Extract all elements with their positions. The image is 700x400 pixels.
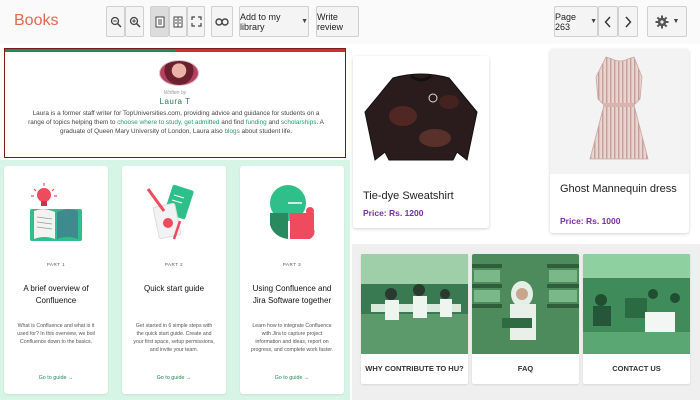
bio-text: and [266, 119, 281, 126]
author-bio-text: Laura is a former staff writer for TopUn… [25, 109, 327, 136]
guide-title: Quick start guide [143, 284, 205, 293]
university-links-section: WHY CONTRIBUTE TO HU? FAQ CONTACT US [352, 244, 700, 400]
chevron-left-icon [604, 16, 611, 27]
funding-link[interactable]: funding [246, 119, 267, 126]
guide-description: What is Confluence and what is it used f… [17, 323, 95, 345]
guide-card-overview[interactable]: PART 1 A brief overview of Confluence Wh… [4, 166, 108, 394]
chevron-right-icon [625, 16, 632, 27]
guide-card-quick-start[interactable]: PART 2 Quick start guide Get started in … [122, 166, 226, 394]
books-logo[interactable]: Books [14, 12, 58, 30]
guide-part-label: PART 3 [282, 262, 302, 267]
confluence-guides-section: PART 1 A brief overview of Confluence Wh… [0, 160, 350, 400]
guide-card-jira[interactable]: PART 3 Using Confluence and Jira Softwar… [240, 166, 344, 394]
books-toolbar: Books Add to my library ▼ Write review P… [0, 0, 700, 44]
settings-button[interactable]: ▼ [647, 6, 687, 37]
go-to-guide-link[interactable]: Go to guide → [4, 375, 108, 381]
product-name[interactable]: Tie-dye Sweatshirt [363, 189, 481, 204]
page-select-label: Page 263 [555, 11, 577, 32]
study-link[interactable]: choose where to study, get admitted [117, 119, 219, 126]
card-divider [5, 49, 345, 52]
why-contribute-tile[interactable]: WHY CONTRIBUTE TO HU? [361, 254, 468, 384]
tile-label: WHY CONTRIBUTE TO HU? [365, 364, 464, 373]
product-name[interactable]: Ghost Mannequin dress [560, 182, 681, 197]
product-image [550, 49, 689, 174]
guide-description: Get started in 6 simple steps with the q… [133, 323, 215, 353]
go-to-guide-link[interactable]: Go to guide → [122, 375, 226, 381]
settings-icon [655, 15, 669, 28]
author-bio-card: Written by Laura T Laura is a former sta… [4, 48, 346, 158]
fullscreen-button[interactable] [187, 6, 205, 37]
product-price: Price: Rs. 1200 [363, 208, 424, 218]
fullscreen-icon [190, 16, 202, 27]
zoom-out-icon [110, 16, 122, 28]
clipboard-pencil-icon [146, 184, 194, 240]
link-icon [215, 17, 229, 26]
go-to-guide-link[interactable]: Go to guide → [240, 375, 344, 381]
contact-us-tile[interactable]: CONTACT US [583, 254, 690, 384]
guide-title: Using Confluence and Jira Software toget… [252, 284, 332, 305]
add-to-library-button[interactable]: Add to my library ▼ [239, 6, 309, 37]
zoom-in-icon [129, 16, 141, 28]
library-reading-image [472, 254, 579, 354]
tile-label: CONTACT US [612, 364, 661, 373]
product-image [353, 56, 489, 174]
product-price: Price: Rs. 1000 [560, 216, 621, 226]
two-page-icon [173, 16, 183, 27]
chevron-down-icon: ▼ [301, 18, 308, 25]
product-card-sweatshirt[interactable]: Tie-dye Sweatshirt Price: Rs. 1200 [353, 56, 489, 228]
two-page-view-button[interactable] [169, 6, 187, 37]
dress-image [589, 56, 649, 160]
single-page-view-button[interactable] [150, 6, 169, 37]
add-to-library-label: Add to my library [240, 11, 281, 32]
lab-students-image [361, 254, 468, 354]
write-review-button[interactable]: Write review [316, 6, 359, 37]
guide-part-label: PART 1 [46, 262, 66, 267]
author-name[interactable]: Laura T [5, 97, 345, 106]
bio-text: and find [219, 119, 246, 126]
page-select[interactable]: Page 263 ▼ [554, 6, 598, 37]
avatar [159, 60, 199, 86]
faq-tile[interactable]: FAQ [472, 254, 579, 384]
chevron-down-icon: ▼ [672, 18, 680, 25]
blogs-link[interactable]: blogs [224, 128, 239, 135]
link-button[interactable] [211, 6, 233, 37]
scholarships-link[interactable]: scholarships [281, 119, 317, 126]
zoom-out-button[interactable] [106, 6, 125, 37]
open-book-lightbulb-icon [30, 183, 82, 241]
computer-lab-image [583, 254, 690, 354]
written-by-label: Written by [163, 90, 187, 96]
guide-part-label: PART 2 [164, 262, 184, 267]
chevron-down-icon: ▼ [590, 18, 597, 25]
puzzle-pieces-icon [270, 185, 315, 239]
write-review-label: Write review [317, 11, 344, 32]
tile-label: FAQ [517, 364, 534, 373]
prev-page-button[interactable] [598, 6, 618, 37]
guide-title: A brief overview of Confluence [23, 284, 89, 305]
sweatshirt-image [364, 73, 478, 161]
single-page-icon [155, 16, 164, 27]
bio-text: about student life. [239, 128, 292, 135]
guide-description: Learn how to integrate Confluence with J… [250, 323, 334, 353]
product-card-dress[interactable]: Ghost Mannequin dress Price: Rs. 1000 [550, 49, 689, 233]
next-page-button[interactable] [618, 6, 638, 37]
zoom-in-button[interactable] [125, 6, 144, 37]
